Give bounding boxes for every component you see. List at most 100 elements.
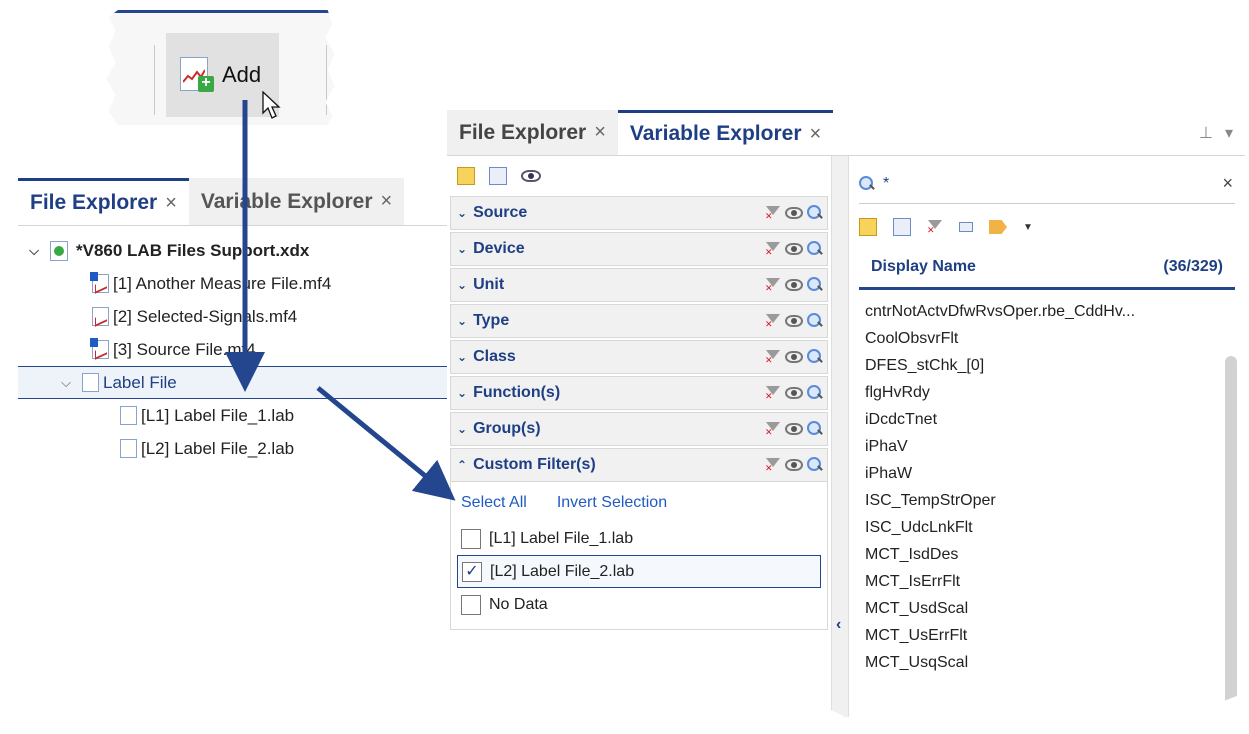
search-value[interactable]: *: [883, 175, 889, 193]
clear-filter-icon[interactable]: [927, 219, 943, 236]
search-icon[interactable]: [807, 457, 823, 473]
close-icon[interactable]: ×: [594, 121, 606, 144]
tree-item-file[interactable]: [2] Selected-Signals.mf4: [18, 300, 450, 333]
panel-splitter[interactable]: ‹: [831, 156, 849, 718]
filter-section-class[interactable]: ⌄ Class: [450, 340, 828, 374]
list-item[interactable]: CoolObsvrFlt: [849, 325, 1219, 352]
search-icon[interactable]: [807, 421, 823, 437]
list-item[interactable]: MCT_UsErrFlt: [849, 622, 1219, 649]
invert-selection-link[interactable]: Invert Selection: [557, 494, 667, 512]
toolbar-separator: [326, 45, 327, 115]
list-item[interactable]: MCT_IsdDes: [849, 541, 1219, 568]
tab-variable-explorer[interactable]: Variable Explorer ×: [188, 178, 405, 225]
tree-item-file[interactable]: [L2] Label File_2.lab: [18, 432, 450, 465]
eye-icon[interactable]: [785, 315, 803, 327]
variable-list: cntrNotActvDfwRvsOper.rbe_CddHv... CoolO…: [849, 290, 1245, 676]
clear-filter-icon[interactable]: [765, 349, 781, 366]
tree-item-label: [1] Another Measure File.mf4: [113, 273, 332, 293]
clear-filter-icon[interactable]: [765, 385, 781, 402]
tree-item-file[interactable]: [3] Source File.mf4: [18, 333, 450, 366]
display-icon[interactable]: [959, 222, 973, 232]
panel-controls: ⊥ ▾: [1199, 110, 1245, 155]
list-item[interactable]: iDcdcTnet: [849, 406, 1219, 433]
search-icon[interactable]: [807, 277, 823, 293]
filter-section-functions[interactable]: ⌄ Function(s): [450, 376, 828, 410]
pin-icon[interactable]: ⊥: [1199, 123, 1213, 143]
eye-icon[interactable]: [785, 423, 803, 435]
list-item[interactable]: DFES_stChk_[0]: [849, 352, 1219, 379]
toolbar-fragment: + Add: [106, 10, 335, 125]
list-item[interactable]: cntrNotActvDfwRvsOper.rbe_CddHv...: [849, 298, 1219, 325]
add-to-window-icon[interactable]: [859, 218, 877, 236]
filter-section-device[interactable]: ⌄ Device: [450, 232, 828, 266]
list-header[interactable]: Display Name (36/329): [859, 246, 1235, 290]
search-icon[interactable]: [807, 385, 823, 401]
vertical-scrollbar[interactable]: [1225, 356, 1237, 718]
clear-filter-icon[interactable]: [765, 421, 781, 438]
collapse-arrow-icon[interactable]: ‹: [836, 616, 841, 634]
eye-icon[interactable]: [785, 243, 803, 255]
eye-icon[interactable]: [785, 459, 803, 471]
search-icon[interactable]: [807, 313, 823, 329]
close-icon[interactable]: ×: [165, 192, 177, 215]
list-item[interactable]: iPhaW: [849, 460, 1219, 487]
variable-list-column: * × ▼ Display Name (36/329) cntrNotActvD…: [849, 156, 1245, 718]
tab-file-explorer[interactable]: File Explorer ×: [447, 110, 618, 155]
chevron-down-icon[interactable]: ⌵: [58, 375, 74, 391]
tree-view-icon[interactable]: [457, 167, 475, 185]
column-chooser-icon[interactable]: [893, 218, 911, 236]
close-icon[interactable]: ×: [810, 123, 822, 146]
column-header-display-name[interactable]: Display Name: [871, 258, 976, 276]
checkbox[interactable]: [461, 594, 481, 615]
list-item[interactable]: MCT_UsqScal: [849, 649, 1219, 676]
filter-section-type[interactable]: ⌄ Type: [450, 304, 828, 338]
search-input[interactable]: * ×: [859, 164, 1235, 204]
filter-section-groups[interactable]: ⌄ Group(s): [450, 412, 828, 446]
select-all-link[interactable]: Select All: [461, 494, 527, 512]
tree-item-project[interactable]: ⌵ *V860 LAB Files Support.xdx: [18, 234, 450, 267]
dropdown-arrow-icon[interactable]: ▼: [1023, 222, 1033, 233]
chevron-down-icon: ⌄: [457, 314, 468, 328]
clear-filter-icon[interactable]: [765, 241, 781, 258]
eye-icon[interactable]: [785, 351, 803, 363]
mouse-cursor-icon: [262, 91, 281, 119]
expand-collapse-icon[interactable]: [489, 167, 507, 185]
search-icon[interactable]: [807, 241, 823, 257]
search-icon[interactable]: [807, 205, 823, 221]
list-toolbar: ▼: [849, 208, 1245, 246]
custom-filter-option[interactable]: [L1] Label File_1.lab: [457, 522, 821, 555]
list-item[interactable]: flgHvRdy: [849, 379, 1219, 406]
tag-icon[interactable]: [989, 220, 1007, 234]
filter-section-custom[interactable]: ⌃ Custom Filter(s): [450, 448, 828, 482]
checkbox[interactable]: [461, 528, 481, 549]
eye-icon[interactable]: [785, 387, 803, 399]
chevron-down-icon[interactable]: ⌵: [26, 243, 42, 259]
list-item[interactable]: iPhaV: [849, 433, 1219, 460]
checkbox[interactable]: ✓: [462, 561, 482, 582]
list-item[interactable]: ISC_TempStrOper: [849, 487, 1219, 514]
eye-icon[interactable]: [785, 279, 803, 291]
tree-item-file[interactable]: [L1] Label File_1.lab: [18, 399, 450, 432]
tab-file-explorer[interactable]: File Explorer ×: [18, 178, 189, 225]
custom-filter-option[interactable]: ✓ [L2] Label File_2.lab: [457, 555, 821, 588]
clear-filter-icon[interactable]: [765, 457, 781, 474]
list-item[interactable]: MCT_IsErrFlt: [849, 568, 1219, 595]
eye-icon[interactable]: [785, 207, 803, 219]
clear-filter-icon[interactable]: [765, 277, 781, 294]
search-icon[interactable]: [807, 349, 823, 365]
list-item[interactable]: MCT_UsdScal: [849, 595, 1219, 622]
tree-item-file[interactable]: [1] Another Measure File.mf4: [18, 267, 450, 300]
custom-filter-option[interactable]: No Data: [457, 588, 821, 621]
filter-section-source[interactable]: ⌄ Source: [450, 196, 828, 230]
clear-filter-icon[interactable]: [765, 313, 781, 330]
tree-item-label: [2] Selected-Signals.mf4: [113, 306, 298, 326]
panel-menu-icon[interactable]: ▾: [1225, 123, 1233, 143]
tree-item-label-file[interactable]: ⌵ Label File: [18, 366, 450, 399]
clear-filter-icon[interactable]: [765, 205, 781, 222]
close-icon[interactable]: ×: [381, 190, 393, 213]
filter-section-unit[interactable]: ⌄ Unit: [450, 268, 828, 302]
eye-icon[interactable]: [521, 170, 541, 182]
tab-variable-explorer[interactable]: Variable Explorer ×: [617, 110, 834, 155]
list-item[interactable]: ISC_UdcLnkFlt: [849, 514, 1219, 541]
clear-search-icon[interactable]: ×: [1222, 173, 1235, 194]
